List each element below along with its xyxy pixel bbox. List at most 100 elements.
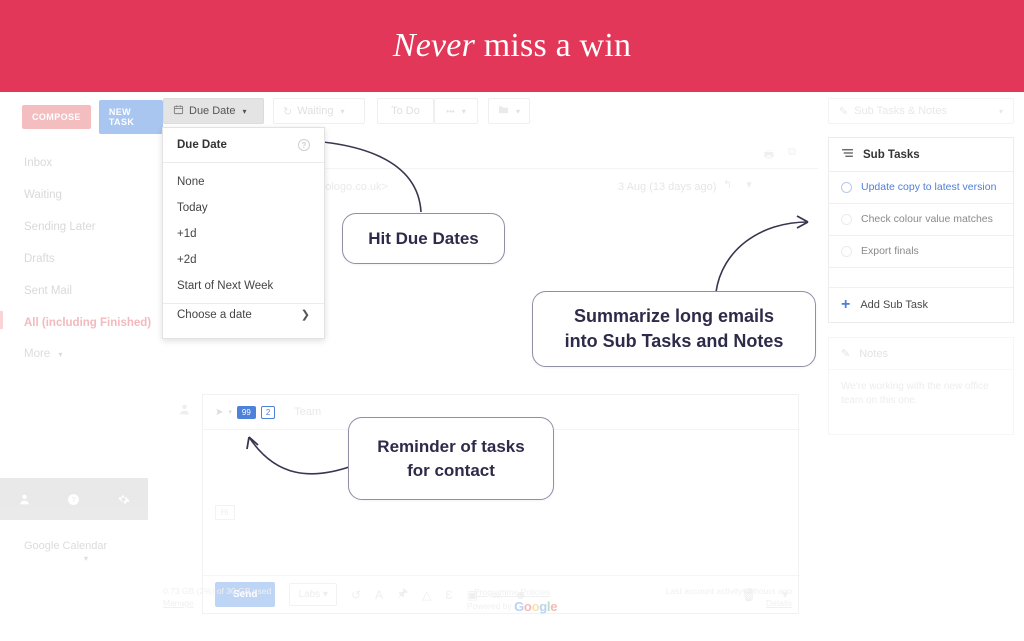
- programme-policies-link[interactable]: Programme Policies: [0, 585, 1024, 599]
- footer-activity: Last account activity: 2 hours ago Detai…: [666, 585, 792, 609]
- person-icon[interactable]: [17, 491, 33, 507]
- sidebar-more-label: More: [24, 348, 51, 360]
- page-title-italic: Never: [392, 27, 476, 64]
- compose-recipient: Team: [294, 406, 322, 418]
- due-date-label: Due Date: [189, 105, 236, 117]
- sidebar-item-sending-later[interactable]: Sending Later: [0, 211, 163, 243]
- compose-body-text[interactable]: Hi: [215, 505, 235, 520]
- email-actions: ↰ ▾: [723, 178, 752, 191]
- checkbox-icon[interactable]: [841, 246, 852, 257]
- due-date-button[interactable]: Due Date ▾: [163, 98, 264, 124]
- folder-button[interactable]: ▾: [488, 98, 530, 124]
- google-calendar-label: Google Calendar: [24, 540, 108, 552]
- chevron-right-icon: ❯: [300, 309, 310, 321]
- sub-task-empty-row: [829, 268, 1013, 288]
- todo-button[interactable]: To Do: [377, 98, 434, 124]
- folder-icon: [498, 105, 509, 117]
- callout-reminder: Reminder of tasks for contact: [348, 417, 554, 500]
- callout-text-line1: Summarize long emails: [573, 306, 775, 326]
- plus-icon: +: [841, 296, 851, 313]
- avatar: [178, 403, 191, 419]
- notes-body[interactable]: We're working with the new office team o…: [829, 370, 1013, 434]
- gear-icon[interactable]: [115, 491, 131, 507]
- compose-button[interactable]: COMPOSE: [22, 105, 91, 129]
- popout-icon[interactable]: ⧉: [788, 146, 796, 165]
- checkbox-icon[interactable]: [841, 214, 852, 225]
- sidebar-item-waiting[interactable]: Waiting: [0, 179, 163, 211]
- menu-item-start-of-next-week[interactable]: Start of Next Week: [163, 273, 324, 299]
- contact-expand-icon: ➤: [215, 406, 224, 418]
- list-menu-icon[interactable]: [841, 148, 854, 161]
- sidebar-item-more[interactable]: More ▾: [0, 339, 163, 369]
- notes-title: Notes: [859, 347, 888, 360]
- callout-text-line2: for contact: [407, 460, 495, 480]
- checkbox-icon[interactable]: [841, 182, 852, 193]
- todo-label: To Do: [391, 105, 420, 117]
- sidebar-icon-bar: ?: [0, 478, 148, 520]
- chevron-down-icon: ▾: [516, 106, 521, 116]
- list-item[interactable]: Export finals: [829, 236, 1013, 268]
- calendar-icon: [173, 104, 184, 118]
- sub-task-label: Check colour value matches: [861, 213, 993, 225]
- due-date-menu-items: None Today +1d +2d Start of Next Week Ch…: [163, 163, 324, 332]
- reply-icon[interactable]: ↰: [723, 178, 732, 191]
- choose-a-date-label: Choose a date: [177, 308, 252, 321]
- notes-card: ✎ Notes We're working with the new offic…: [828, 337, 1014, 435]
- sidebar: COMPOSE NEW TASK Inbox Waiting Sending L…: [0, 92, 163, 641]
- list-item[interactable]: Check colour value matches: [829, 204, 1013, 236]
- activity-text: Last account activity: 2 hours ago: [665, 586, 792, 596]
- sidebar-item-inbox[interactable]: Inbox: [0, 147, 163, 179]
- callout-text: Hit Due Dates: [368, 228, 479, 248]
- powered-by: Powered by Google: [0, 599, 1024, 614]
- help-icon[interactable]: ?: [298, 139, 310, 151]
- pencil-icon: ✎: [841, 348, 851, 360]
- menu-item-today[interactable]: Today: [163, 195, 324, 221]
- email-menu-icon[interactable]: ▾: [746, 178, 752, 191]
- print-icon[interactable]: 🖶: [764, 146, 774, 165]
- page-title: Never miss a win: [393, 27, 631, 65]
- sub-tasks-card: Sub Tasks Update copy to latest version …: [828, 137, 1014, 323]
- contact-task-badge[interactable]: 99: [236, 405, 256, 419]
- due-date-menu-title: Due Date: [177, 139, 227, 151]
- list-item[interactable]: Update copy to latest version: [829, 172, 1013, 204]
- sub-task-label: Export finals: [861, 245, 919, 257]
- sidebar-item-all-including-finished[interactable]: All (including Finished): [0, 307, 163, 339]
- sidebar-item-drafts[interactable]: Drafts: [0, 243, 163, 275]
- sidebar-nav: Inbox Waiting Sending Later Drafts Sent …: [0, 147, 163, 369]
- chevron-down-icon: ▾: [58, 350, 63, 359]
- app-screenshot: COMPOSE NEW TASK Inbox Waiting Sending L…: [0, 92, 1024, 641]
- chevron-down-icon: ▾: [461, 106, 466, 116]
- sidebar-actions: COMPOSE NEW TASK: [22, 100, 163, 134]
- subtasks-notes-toggle[interactable]: ✎ Sub Tasks & Notes ▾: [828, 98, 1014, 124]
- chevron-down-icon: ▾: [84, 554, 89, 563]
- email-date: 3 Aug (13 days ago): [618, 181, 717, 193]
- pencil-icon: ✎: [839, 105, 849, 118]
- chevron-down-icon: ▾: [340, 106, 345, 116]
- add-sub-task-button[interactable]: + Add Sub Task: [829, 288, 1013, 322]
- page-banner: Never miss a win: [0, 0, 1024, 92]
- contact-count-badge[interactable]: 2: [260, 405, 276, 419]
- help-icon[interactable]: ?: [66, 491, 82, 507]
- details-link[interactable]: Details: [666, 597, 792, 609]
- waiting-label: Waiting: [297, 105, 334, 117]
- add-sub-task-label: Add Sub Task: [860, 299, 929, 311]
- footer-center: Programme Policies Powered by Google: [0, 585, 1024, 614]
- due-date-dropdown-menu: Due Date ? None Today +1d +2d Start of N…: [162, 127, 325, 339]
- menu-item-plus-1d[interactable]: +1d: [163, 221, 324, 247]
- menu-item-plus-2d[interactable]: +2d: [163, 247, 324, 273]
- menu-item-none[interactable]: None: [163, 169, 324, 195]
- waiting-button[interactable]: ↻ Waiting ▾: [273, 98, 365, 124]
- due-date-menu-header: Due Date ?: [163, 128, 324, 163]
- callout-text-line1: Reminder of tasks: [377, 436, 525, 456]
- google-logo: Google: [514, 599, 558, 614]
- more-dots-icon: •••: [446, 106, 455, 116]
- more-actions-button[interactable]: ••• ▾: [434, 98, 478, 124]
- footer: 0.73 GB (2%) of 30 GB used Manage Progra…: [0, 581, 1024, 641]
- google-calendar-widget[interactable]: Google Calendar ▾: [24, 540, 163, 564]
- new-task-button[interactable]: NEW TASK: [98, 100, 163, 134]
- sidebar-item-sent-mail[interactable]: Sent Mail: [0, 275, 163, 307]
- page-title-rest: miss a win: [475, 27, 632, 64]
- chevron-down-icon: ▾: [998, 106, 1003, 116]
- menu-item-choose-a-date[interactable]: Choose a date ❯: [163, 303, 324, 328]
- notes-header: ✎ Notes: [829, 338, 1013, 370]
